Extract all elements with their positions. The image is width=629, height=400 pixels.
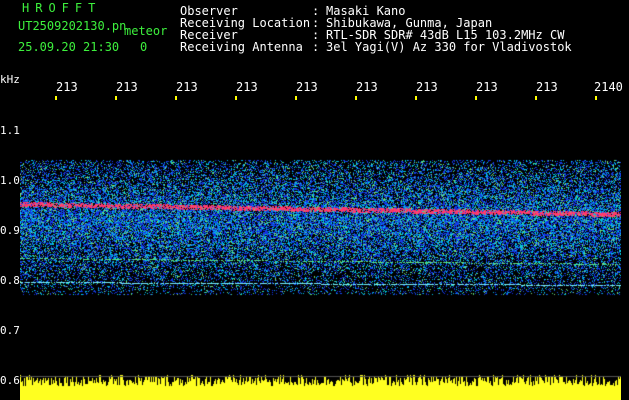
time-tick: 2140 xyxy=(594,80,623,94)
time-tick: 213 xyxy=(116,80,138,94)
time-tick-mark xyxy=(295,96,297,100)
time-tick: 213 xyxy=(296,80,318,94)
time-tick-mark xyxy=(595,96,597,100)
freq-tick: 0.8 xyxy=(0,274,20,287)
freq-tick: 0.6 xyxy=(0,374,20,387)
freq-tick: 0.7 xyxy=(0,324,20,337)
freq-tick: 1.1 xyxy=(0,124,20,137)
time-tick-mark xyxy=(235,96,237,100)
antenna-value: 3el Yagi(V) Az 330 for Vladivostok xyxy=(326,40,572,54)
spectrogram xyxy=(20,100,621,400)
spectrogram-canvas xyxy=(20,100,621,400)
time-tick-mark xyxy=(55,96,57,100)
freq-tick: 1.0 xyxy=(0,174,20,187)
time-tick-mark xyxy=(475,96,477,100)
freq-tick: 0.9 xyxy=(0,224,20,237)
date-time: 25.09.20 21:30 xyxy=(18,40,120,54)
time-tick: 213 xyxy=(536,80,558,94)
file-name-suffix: meteor xyxy=(124,24,168,38)
app-title: HROFFT xyxy=(22,1,102,15)
time-tick-mark xyxy=(355,96,357,100)
time-tick-mark xyxy=(415,96,417,100)
antenna-label: Receiving Antenna xyxy=(180,40,303,54)
time-tick: 213 xyxy=(416,80,438,94)
time-tick: 213 xyxy=(236,80,258,94)
time-tick-mark xyxy=(175,96,177,100)
time-tick: 213 xyxy=(356,80,378,94)
time-tick-mark xyxy=(535,96,537,100)
status-value: 0 xyxy=(140,40,148,54)
time-tick: 213 xyxy=(476,80,498,94)
time-tick: 213 xyxy=(56,80,78,94)
y-axis-unit: kHz xyxy=(0,73,20,86)
time-tick: 213 xyxy=(176,80,198,94)
file-name: UT2509202130.pn xyxy=(18,19,127,33)
antenna-colon: : xyxy=(312,40,320,54)
time-tick-mark xyxy=(115,96,117,100)
